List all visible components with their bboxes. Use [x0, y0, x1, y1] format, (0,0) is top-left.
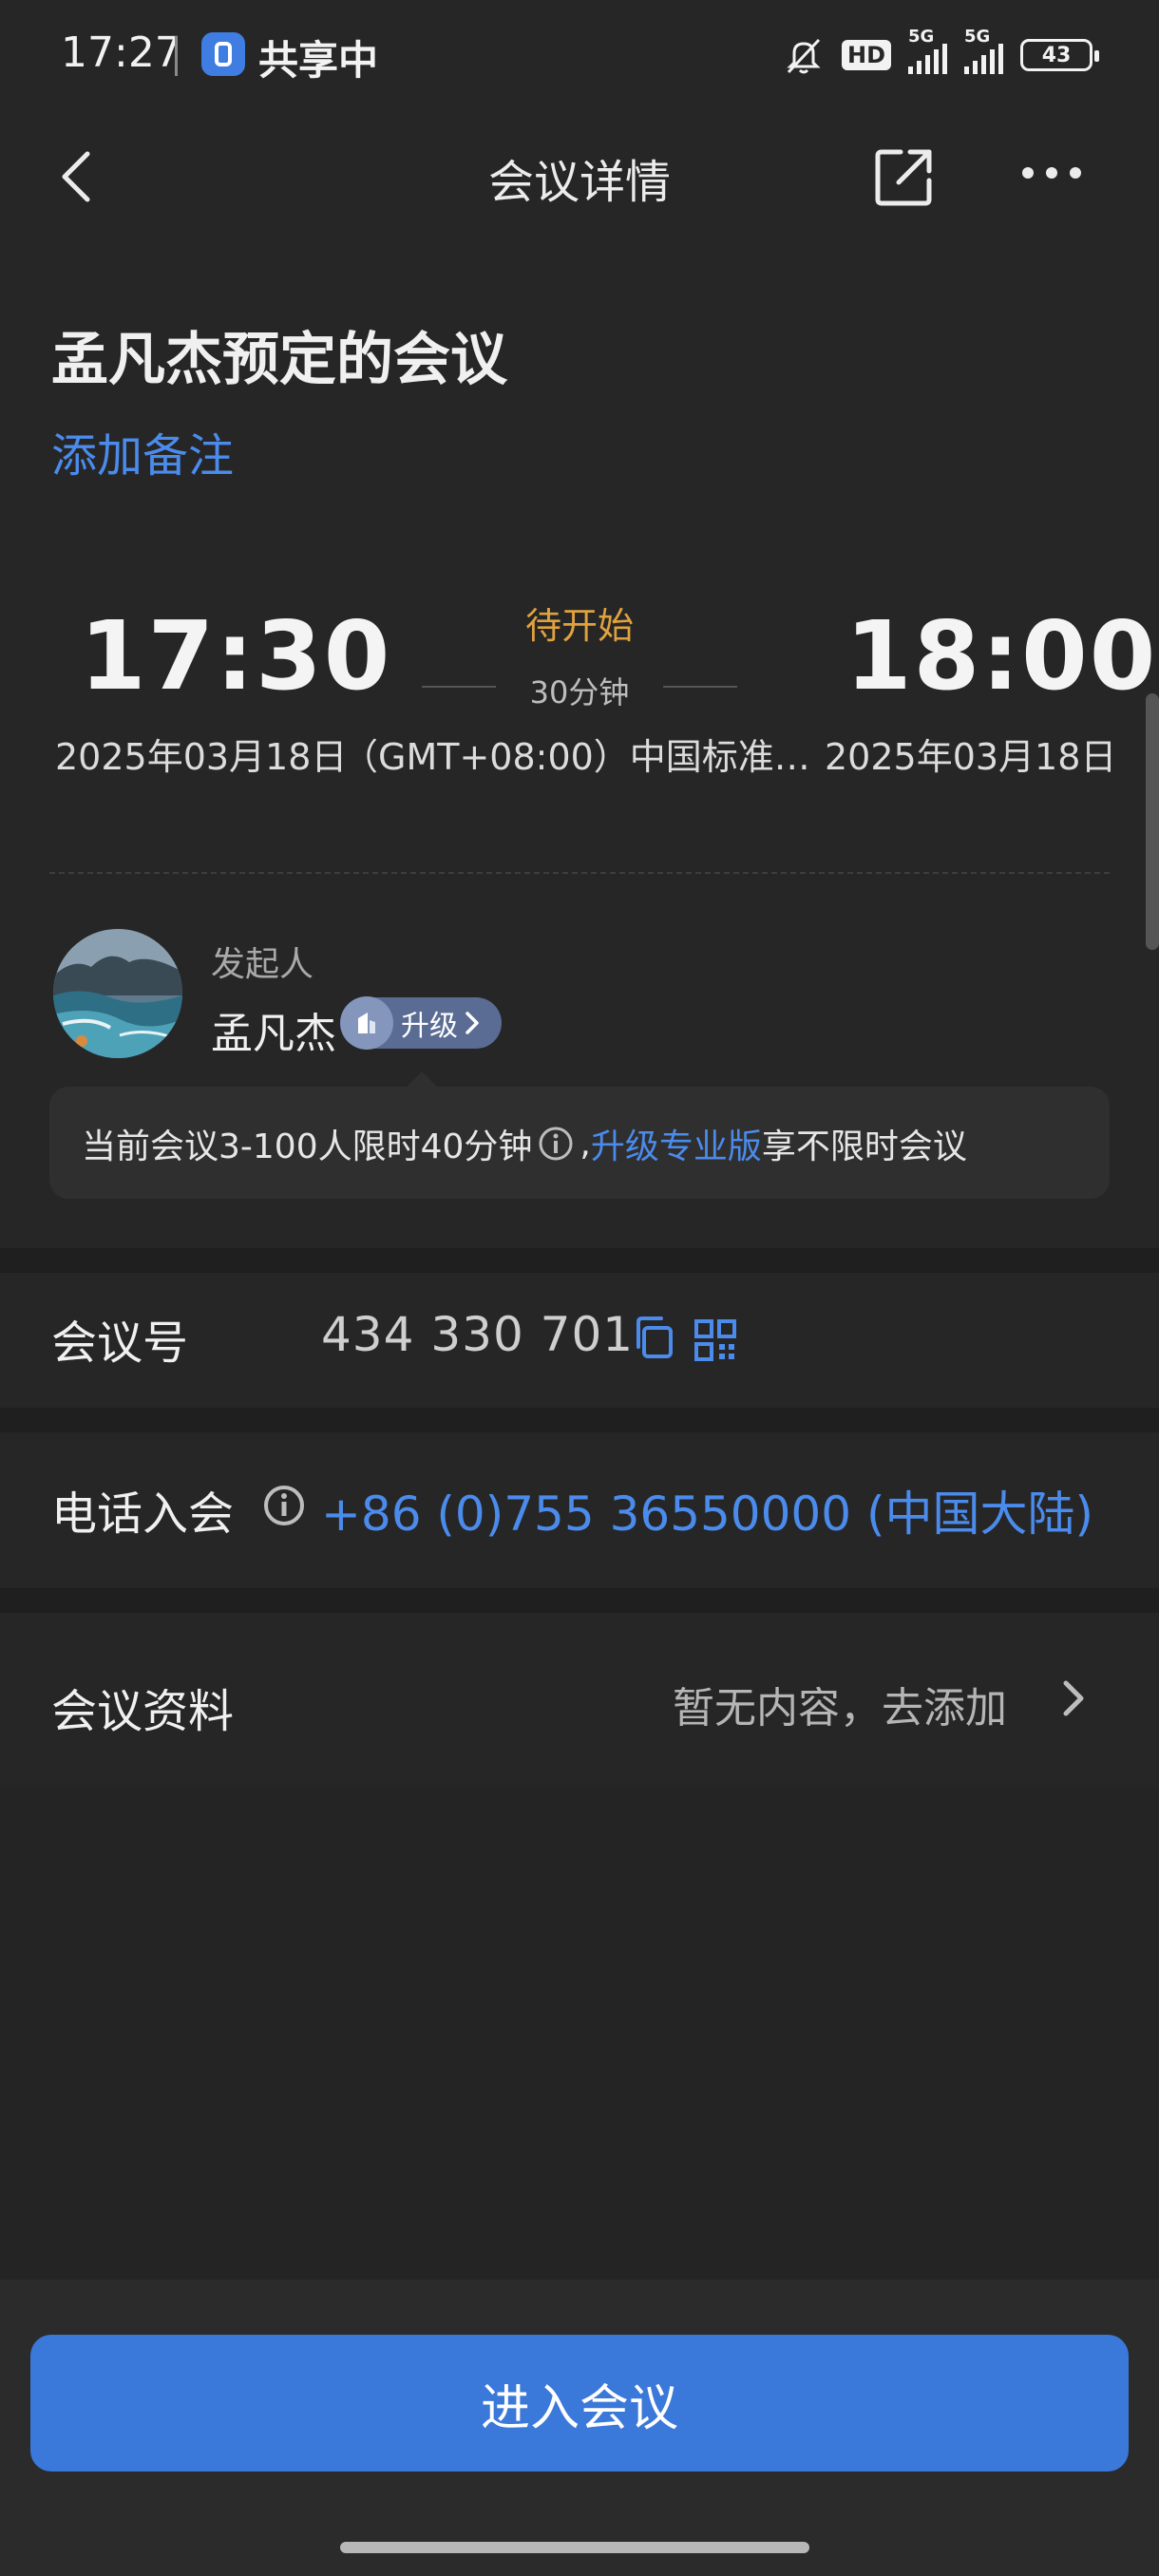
- status-icons: HD 5G 5G 43: [783, 27, 1099, 82]
- host-label: 发起人: [211, 945, 314, 984]
- sharing-label: 共享中: [258, 37, 379, 84]
- upgrade-label: 升级: [401, 1010, 458, 1043]
- share-external-icon[interactable]: [872, 144, 937, 209]
- meeting-duration: 30分钟: [529, 674, 630, 710]
- chevron-right-icon[interactable]: [1058, 1677, 1087, 1719]
- chevron-right-small-icon: [466, 1012, 479, 1034]
- tip-arrow: [407, 1071, 437, 1087]
- timezone-label: （GMT+08:00）中国标准…: [342, 736, 810, 778]
- scrollbar[interactable]: [1146, 693, 1159, 950]
- avatar[interactable]: [53, 929, 182, 1058]
- upgrade-pro-link[interactable]: 升级专业版: [591, 1119, 762, 1168]
- free-plan-icon: [340, 996, 393, 1050]
- copy-icon[interactable]: [631, 1315, 676, 1360]
- upgrade-badge[interactable]: 升级: [340, 996, 502, 1050]
- phone-number-link[interactable]: +86 (0)755 36550000 (中国大陆): [321, 1476, 1093, 1544]
- divider: [49, 872, 1110, 874]
- meeting-title: 孟凡杰预定的会议: [51, 327, 507, 393]
- qr-code-icon[interactable]: [694, 1318, 737, 1362]
- screen-share-icon: [201, 32, 245, 76]
- battery-level: 43: [1041, 43, 1072, 67]
- duration-line-right: [663, 686, 737, 688]
- tip-text-before: 当前会议3-100人限时40分钟: [82, 1127, 533, 1166]
- tip-comma: ,: [580, 1124, 591, 1164]
- phone-info-icon[interactable]: [262, 1484, 306, 1527]
- meeting-id-label: 会议号: [51, 1316, 189, 1370]
- add-note-link[interactable]: 添加备注: [51, 418, 234, 484]
- section-gap: [0, 1408, 1159, 1432]
- meeting-id: 434 330 701: [321, 1307, 635, 1362]
- more-icon[interactable]: [1020, 163, 1083, 182]
- end-date: 2025年03月18日: [825, 736, 1117, 778]
- section-gap: [0, 1588, 1159, 1613]
- info-icon[interactable]: [538, 1126, 574, 1162]
- home-indicator[interactable]: [340, 2542, 809, 2553]
- section-gap: [0, 1248, 1159, 1273]
- join-meeting-button[interactable]: 进入会议: [30, 2335, 1129, 2472]
- tip-text: 当前会议3-100人限时40分钟 , 升级专业版 享不限时会议: [82, 1119, 967, 1168]
- phone-join-label: 电话入会: [51, 1487, 235, 1541]
- materials-label: 会议资料: [51, 1685, 235, 1738]
- start-date: 2025年03月18日: [55, 736, 348, 778]
- status-divider: [175, 36, 178, 76]
- empty-area: [0, 1788, 1159, 2280]
- battery-icon: 43: [1020, 39, 1099, 71]
- signal-5g-icon: 5G: [908, 27, 947, 74]
- signal-5g-icon-2: 5G: [964, 27, 1003, 74]
- page-title: 会议详情: [487, 156, 671, 209]
- tip-text-after: 享不限时会议: [761, 1127, 967, 1166]
- hd-voice-badge: HD: [841, 40, 891, 70]
- status-bar: 17:27 共享中 HD 5G 5G 43: [0, 0, 1159, 114]
- meeting-status: 待开始: [524, 605, 634, 647]
- host-name: 孟凡杰: [211, 1010, 336, 1058]
- status-time: 17:27: [61, 28, 181, 77]
- materials-add-link[interactable]: 暂无内容，去添加: [673, 1674, 1007, 1734]
- mute-bell-icon: [787, 38, 821, 74]
